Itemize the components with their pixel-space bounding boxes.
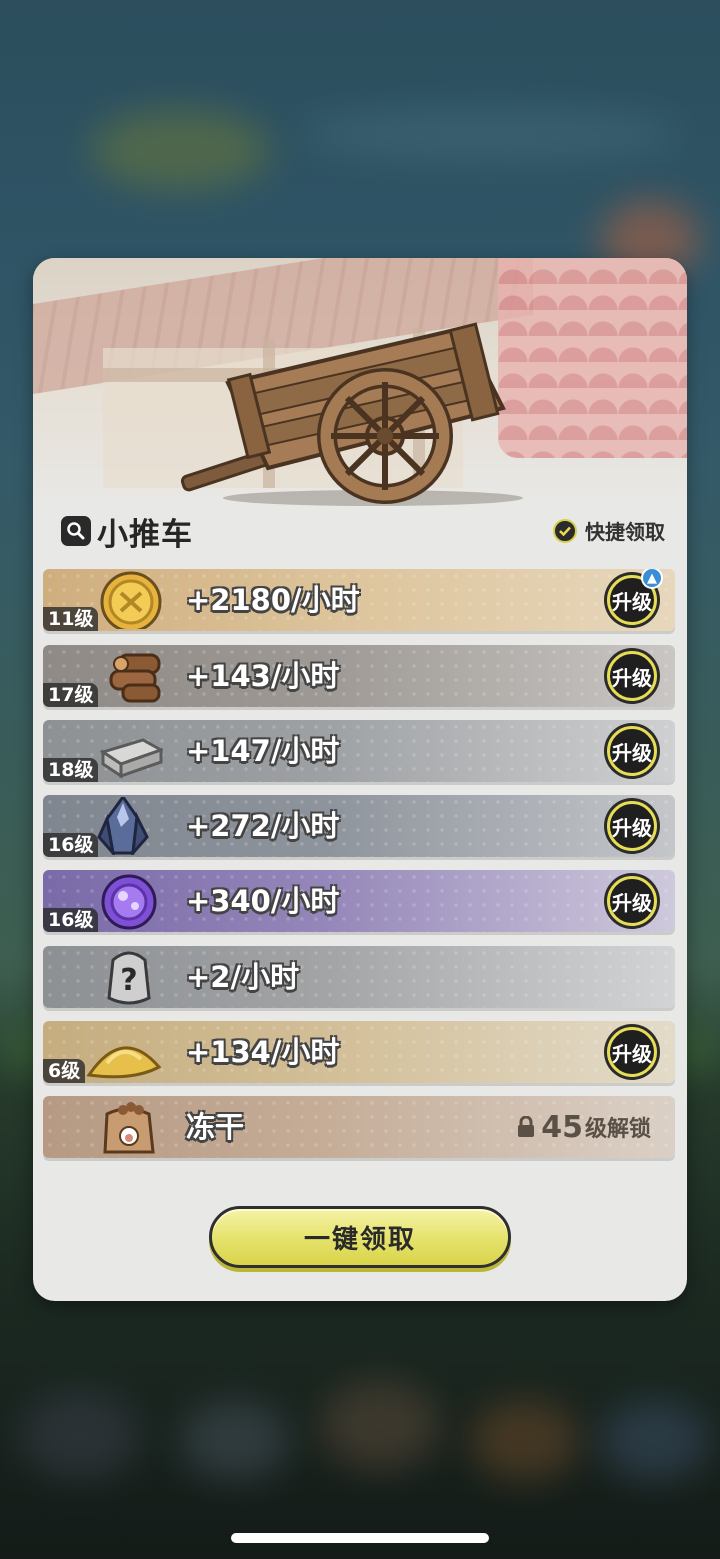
level-badge: 11级 (43, 607, 99, 631)
resource-row-crystal[interactable]: 16级 +272/小时 升级 (43, 795, 675, 857)
svg-text:?: ? (120, 963, 137, 998)
level-badge: 16级 (43, 908, 99, 932)
resource-row-orb[interactable]: 16级 +340/小时 升级 (43, 870, 675, 932)
mystery-item-icon: ? (107, 951, 151, 1005)
production-rate: +340/小时 (186, 884, 340, 918)
treat-bag-icon (103, 1102, 155, 1154)
level-badge: 18级 (43, 758, 99, 782)
checkbox-checked-icon (553, 518, 577, 543)
item-name: 冻干 (186, 1110, 245, 1144)
cart-illustration (33, 258, 687, 506)
level-badge: 17级 (43, 683, 99, 707)
upgrade-button[interactable]: 升级 (607, 651, 657, 701)
panel-header: 小推车 (61, 511, 193, 553)
unlock-level: 45 (541, 1109, 583, 1145)
unlock-suffix: 级解锁 (584, 1117, 651, 1142)
level-badge: 6级 (43, 1059, 86, 1083)
claim-all-button[interactable]: 一键领取 (209, 1206, 511, 1268)
resource-row-gold[interactable]: 11级 +2180/小时 升级 ▲ (43, 569, 675, 631)
home-indicator[interactable] (231, 1533, 489, 1543)
production-rate: +2/小时 (186, 960, 300, 994)
production-rate: +134/小时 (186, 1035, 340, 1069)
resource-row-locked: 冻干 45 级解锁 (43, 1096, 675, 1158)
resource-row-mystery: ? +2/小时 (43, 946, 675, 1008)
production-rate: +143/小时 (186, 659, 340, 693)
upgrade-button[interactable]: 升级 (607, 876, 657, 926)
upgrade-button[interactable]: 升级 (607, 801, 657, 851)
unlock-requirement: 45 级解锁 (517, 1096, 651, 1158)
resource-row-wood[interactable]: 17级 +143/小时 升级 (43, 645, 675, 707)
production-rate: +2180/小时 (186, 583, 360, 617)
wooden-cart-icon (180, 322, 523, 506)
level-badge: 16级 (43, 833, 99, 857)
sand-pile-icon (86, 1046, 162, 1079)
quick-claim-toggle[interactable]: 快捷领取 (553, 516, 665, 545)
quick-claim-label: 快捷领取 (585, 520, 665, 544)
panel-title: 小推车 (97, 516, 193, 553)
upgrade-button[interactable]: 升级 (607, 1027, 657, 1077)
cart-panel: 小推车 快捷领取 11级 +2180/小时 升级 ▲ 17级 +143/小时 升… (33, 258, 687, 1301)
resource-row-sand[interactable]: 6级 +134/小时 升级 (43, 1021, 675, 1083)
search-icon[interactable] (61, 516, 91, 546)
upgrade-button[interactable]: 升级 (607, 726, 657, 776)
production-rate: +147/小时 (186, 734, 340, 768)
lock-icon (518, 1116, 535, 1137)
production-rate: +272/小时 (186, 809, 340, 843)
resource-row-stone[interactable]: 18级 +147/小时 升级 (43, 720, 675, 782)
